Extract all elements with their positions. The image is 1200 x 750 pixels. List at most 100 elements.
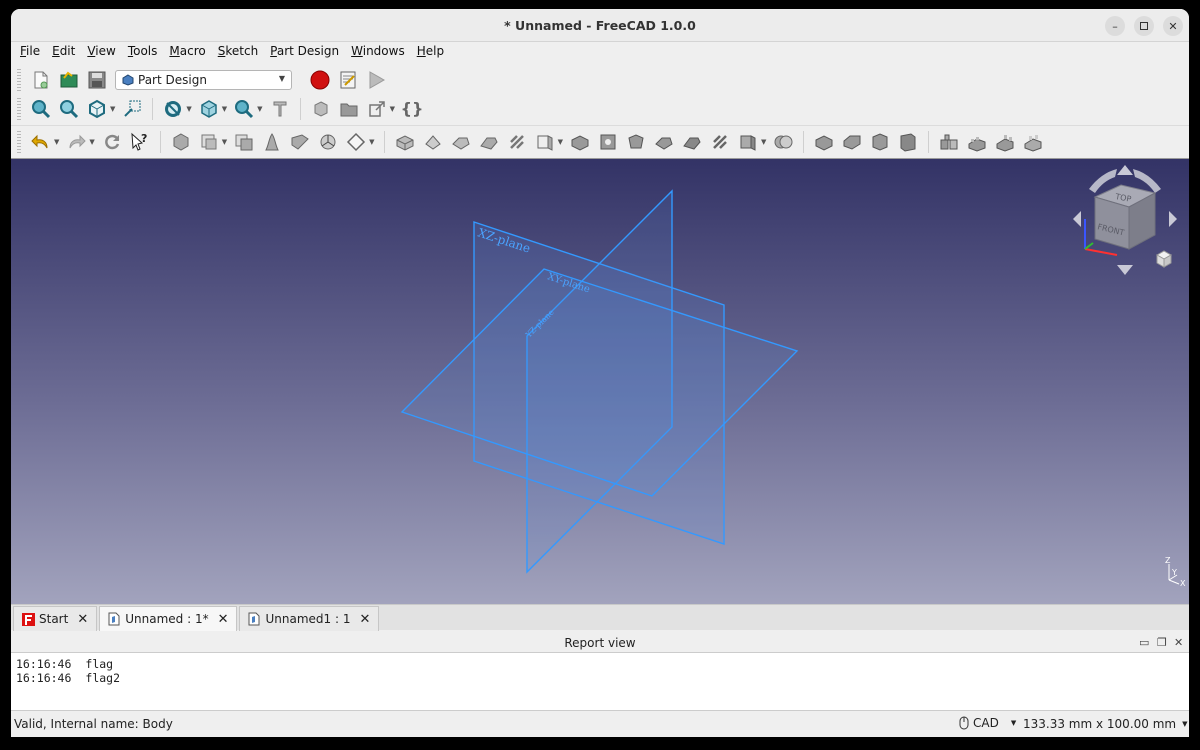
subtractive-primitive-button[interactable] — [736, 130, 760, 154]
chevron-down-icon: ▼ — [1182, 720, 1188, 728]
save-document-button[interactable] — [85, 68, 109, 92]
xy-plane[interactable] — [400, 268, 799, 497]
whats-this-button[interactable]: ? — [128, 130, 152, 154]
execute-macro-button[interactable] — [364, 68, 388, 92]
refresh-button[interactable] — [100, 130, 124, 154]
datum-point-button[interactable] — [260, 130, 284, 154]
nav-arrow-down-icon[interactable] — [1117, 265, 1133, 275]
zoom-button[interactable] — [232, 97, 256, 121]
draft-button[interactable] — [868, 130, 892, 154]
local-cs-button[interactable] — [316, 130, 340, 154]
fit-all-button[interactable] — [29, 97, 53, 121]
stereo-button[interactable] — [161, 97, 185, 121]
close-tab-icon[interactable]: ✕ — [218, 612, 229, 627]
thickness-button[interactable] — [896, 130, 920, 154]
chevron-down-icon[interactable]: ▼ — [558, 138, 563, 146]
menu-help[interactable]: Help — [417, 42, 450, 62]
dimensions-button[interactable]: 133.33 mm x 100.00 mm ▼ — [1023, 717, 1187, 731]
menu-macro[interactable]: Macro — [169, 42, 211, 62]
draw-style-button[interactable] — [85, 97, 109, 121]
3d-viewport[interactable]: XZ-plane XY-plane YZ-plane TOP FRONT Z Y… — [11, 158, 1189, 604]
mirrored-button[interactable] — [937, 130, 961, 154]
sketch-button[interactable] — [344, 130, 368, 154]
nav-arrow-up-icon[interactable] — [1117, 165, 1133, 175]
revolution-icon — [424, 135, 441, 150]
create-link-button[interactable] — [365, 97, 389, 121]
hole-button[interactable] — [596, 130, 620, 154]
fit-selection-button[interactable] — [57, 97, 81, 121]
create-group-button[interactable] — [337, 97, 361, 121]
macros-button[interactable] — [336, 68, 360, 92]
additive-helix-button[interactable] — [505, 130, 529, 154]
restore-panel-icon[interactable]: ❐ — [1157, 636, 1167, 649]
datum-plane-button[interactable] — [288, 130, 312, 154]
nav-arrow-left-icon[interactable] — [1073, 211, 1081, 227]
menu-edit[interactable]: Edit — [52, 42, 81, 62]
menu-tools[interactable]: Tools — [128, 42, 164, 62]
fillet-button[interactable] — [812, 130, 836, 154]
toolbar-separator — [159, 131, 161, 153]
navigation-style-button[interactable]: CAD ▼ — [959, 716, 1016, 730]
tab-start[interactable]: Start ✕ — [13, 606, 98, 631]
close-tab-icon[interactable]: ✕ — [359, 612, 370, 627]
chevron-down-icon[interactable]: ▼ — [369, 138, 374, 146]
close-tab-icon[interactable]: ✕ — [77, 612, 88, 627]
create-body-button[interactable] — [169, 130, 193, 154]
measure-button[interactable] — [268, 97, 292, 121]
boolean-button[interactable] — [771, 130, 795, 154]
tab-unnamed1[interactable]: Unnamed1 : 1 ✕ — [239, 606, 380, 631]
create-part-button[interactable] — [309, 97, 333, 121]
redo-button[interactable] — [64, 130, 88, 154]
menu-part-design[interactable]: Part Design — [270, 42, 345, 62]
open-document-button[interactable] — [57, 68, 81, 92]
additive-loft-button[interactable] — [449, 130, 473, 154]
undo-button[interactable] — [29, 130, 53, 154]
chevron-down-icon[interactable]: ▼ — [186, 105, 191, 113]
menu-view[interactable]: View — [87, 42, 121, 62]
chamfer-button[interactable] — [840, 130, 864, 154]
groove-button[interactable] — [624, 130, 648, 154]
close-button[interactable]: ✕ — [1163, 16, 1183, 36]
bounding-box-button[interactable] — [120, 97, 144, 121]
chevron-down-icon[interactable]: ▼ — [761, 138, 766, 146]
revolution-button[interactable] — [421, 130, 445, 154]
navigation-cube[interactable]: TOP FRONT — [1073, 165, 1177, 275]
workbench-selector[interactable]: Part Design ▼ — [115, 70, 292, 90]
variable-set-button[interactable]: {} — [400, 97, 424, 121]
menu-sketch[interactable]: Sketch — [218, 42, 264, 62]
nav-arrow-right-icon[interactable] — [1169, 211, 1177, 227]
chevron-down-icon[interactable]: ▼ — [54, 138, 59, 146]
record-macro-button[interactable] — [308, 68, 332, 92]
linear-pattern-button[interactable] — [965, 130, 989, 154]
chevron-down-icon[interactable]: ▼ — [257, 105, 262, 113]
maximize-button[interactable] — [1134, 16, 1154, 36]
new-document-button[interactable] — [29, 68, 53, 92]
play-icon — [369, 71, 386, 89]
clone-button[interactable] — [232, 130, 256, 154]
shape-binder-button[interactable] — [197, 130, 221, 154]
tab-unnamed[interactable]: Unnamed : 1* ✕ — [99, 606, 238, 631]
close-panel-icon[interactable]: ✕ — [1174, 636, 1183, 649]
report-view-log[interactable]: 16:16:46 flag 16:16:46 flag2 — [11, 652, 1189, 711]
additive-primitive-button[interactable] — [533, 130, 557, 154]
subtractive-helix-button[interactable] — [708, 130, 732, 154]
minimize-button[interactable]: – — [1105, 16, 1125, 36]
chevron-down-icon[interactable]: ▼ — [222, 138, 227, 146]
multi-transform-button[interactable] — [1021, 130, 1045, 154]
standard-views-button[interactable] — [197, 97, 221, 121]
view-menu-cube-icon[interactable] — [1155, 250, 1173, 268]
chevron-down-icon[interactable]: ▼ — [110, 105, 115, 113]
additive-pipe-button[interactable] — [477, 130, 501, 154]
pocket-button[interactable] — [568, 130, 592, 154]
subtractive-pipe-button[interactable] — [680, 130, 704, 154]
float-panel-icon[interactable]: ▭ — [1139, 636, 1149, 649]
toolbar-grip — [17, 97, 21, 120]
subtractive-loft-button[interactable] — [652, 130, 676, 154]
polar-pattern-button[interactable] — [993, 130, 1017, 154]
pad-button[interactable] — [393, 130, 417, 154]
menu-windows[interactable]: Windows — [351, 42, 411, 62]
chevron-down-icon[interactable]: ▼ — [222, 105, 227, 113]
menu-file[interactable]: File — [20, 42, 46, 62]
chevron-down-icon[interactable]: ▼ — [390, 105, 395, 113]
chevron-down-icon[interactable]: ▼ — [89, 138, 94, 146]
